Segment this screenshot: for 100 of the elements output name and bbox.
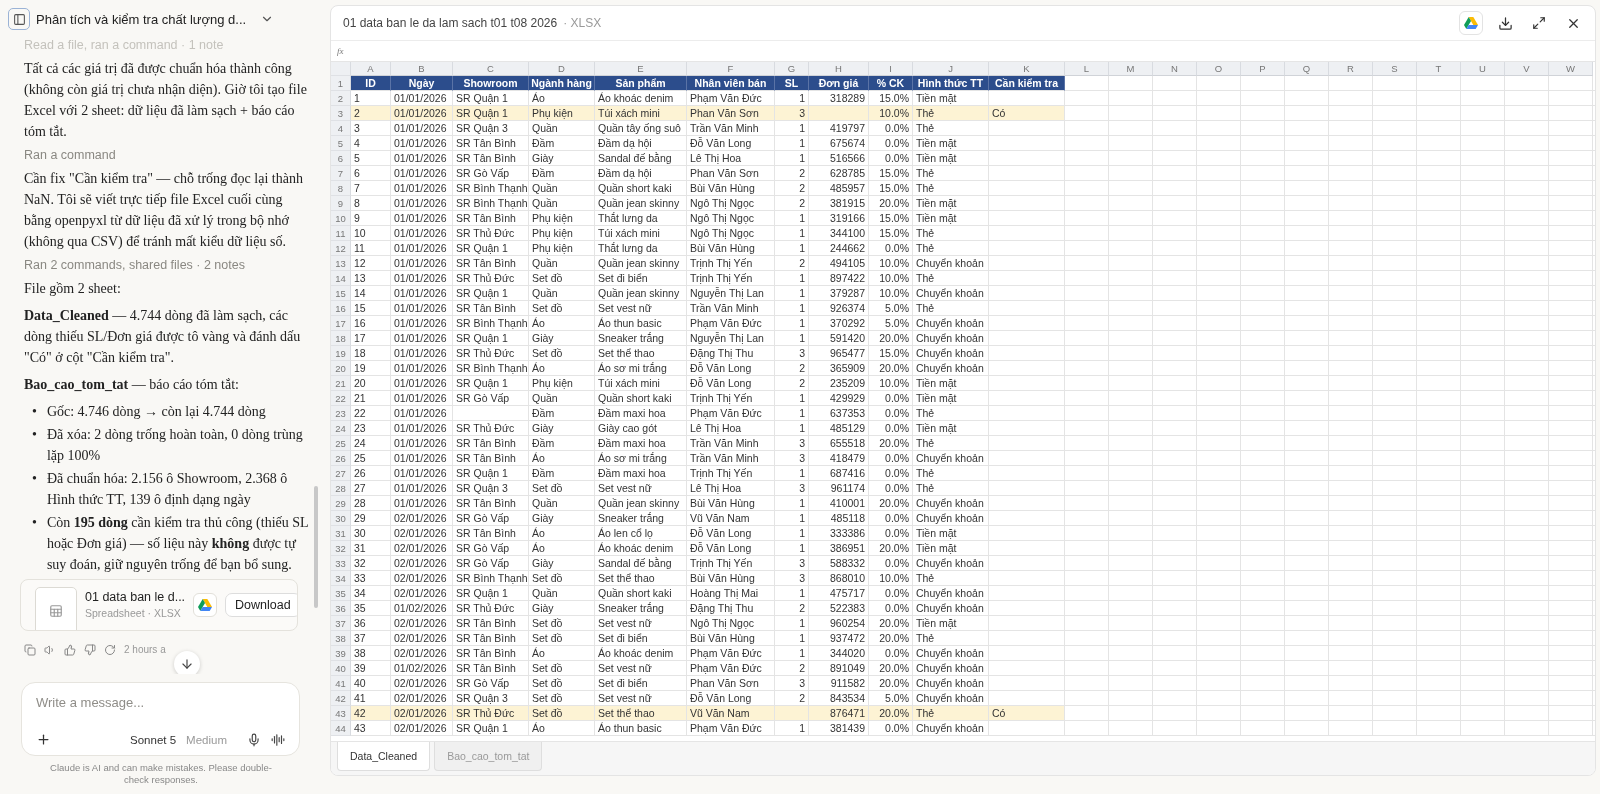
drive-button[interactable] (193, 593, 218, 617)
column-letter[interactable]: H (809, 62, 869, 76)
row-number[interactable]: 33 (331, 556, 351, 571)
file-card[interactable]: 01 data ban le d... Spreadsheet · XLSX Download (20, 579, 298, 631)
row-number[interactable]: 13 (331, 256, 351, 271)
disclaimer: Claude is AI and can make mistakes. Please double-check responses. (49, 761, 273, 787)
row-number[interactable]: 6 (331, 151, 351, 166)
step-summary[interactable]: Ran 2 commands, shared files · 2 notes (24, 258, 310, 273)
row-number[interactable]: 23 (331, 406, 351, 421)
row-number[interactable]: 12 (331, 241, 351, 256)
column-title: Sản phẩm (595, 76, 687, 91)
row-number[interactable]: 44 (331, 721, 351, 736)
sidebar-toggle-icon[interactable] (8, 8, 30, 30)
row-number[interactable]: 14 (331, 271, 351, 286)
row-number[interactable]: 30 (331, 511, 351, 526)
speaker-icon[interactable] (44, 643, 56, 656)
row-number[interactable]: 3 (331, 106, 351, 121)
row-number[interactable]: 36 (331, 601, 351, 616)
row-number[interactable]: 16 (331, 301, 351, 316)
voice-mode-icon[interactable] (271, 732, 285, 747)
table-cell: 2 (799, 602, 805, 614)
row-number[interactable]: 10 (331, 211, 351, 226)
row-number[interactable]: 42 (331, 691, 351, 706)
retry-icon[interactable] (104, 643, 116, 656)
microphone-icon[interactable] (247, 732, 261, 747)
row-number[interactable]: 26 (331, 451, 351, 466)
row-number[interactable]: 28 (331, 481, 351, 496)
column-letter[interactable]: A (351, 62, 391, 76)
column-letter[interactable]: S (1373, 62, 1417, 76)
scrollbar[interactable] (314, 486, 318, 608)
sheet-tab[interactable]: Data_Cleaned (337, 742, 431, 771)
step-summary[interactable]: Ran a command (24, 148, 310, 163)
column-letter[interactable]: U (1461, 62, 1505, 76)
column-letter[interactable]: R (1329, 62, 1373, 76)
scroll-down-button[interactable] (174, 651, 200, 674)
row-number[interactable]: 5 (331, 136, 351, 151)
add-icon[interactable] (36, 732, 51, 747)
column-letter[interactable]: F (687, 62, 775, 76)
row-number[interactable]: 11 (331, 226, 351, 241)
row-number[interactable]: 1 (331, 76, 351, 91)
row-number[interactable]: 25 (331, 436, 351, 451)
row-number[interactable]: 21 (331, 376, 351, 391)
message-input[interactable]: Write a message... (36, 695, 285, 710)
column-letter[interactable]: Q (1285, 62, 1329, 76)
row-number[interactable]: 27 (331, 466, 351, 481)
row-number[interactable]: 7 (331, 166, 351, 181)
table-cell: 41 (354, 692, 366, 704)
row-number[interactable]: 41 (331, 676, 351, 691)
column-letter[interactable]: P (1241, 62, 1285, 76)
row-number[interactable]: 4 (331, 121, 351, 136)
column-letter[interactable]: K (989, 62, 1065, 76)
column-letter[interactable]: T (1417, 62, 1461, 76)
row-number[interactable]: 34 (331, 571, 351, 586)
row-number[interactable]: 24 (331, 421, 351, 436)
row-number[interactable]: 20 (331, 361, 351, 376)
row-number[interactable]: 22 (331, 391, 351, 406)
column-letter[interactable]: I (869, 62, 913, 76)
column-letter[interactable]: E (595, 62, 687, 76)
column-letter[interactable]: G (775, 62, 809, 76)
model-selector[interactable]: Sonnet 5 (130, 733, 177, 746)
column-letter[interactable]: B (391, 62, 453, 76)
row-number[interactable]: 8 (331, 181, 351, 196)
row-number[interactable]: 40 (331, 661, 351, 676)
column-letter[interactable]: D (529, 62, 595, 76)
row-number[interactable]: 9 (331, 196, 351, 211)
row-number[interactable]: 15 (331, 286, 351, 301)
row-number[interactable]: 35 (331, 586, 351, 601)
column-letter[interactable]: V (1505, 62, 1549, 76)
column-letter[interactable]: O (1197, 62, 1241, 76)
drive-button[interactable] (1459, 11, 1483, 35)
row-number[interactable]: 32 (331, 541, 351, 556)
row-number[interactable]: 19 (331, 346, 351, 361)
table-cell: 13 (354, 272, 366, 284)
copy-icon[interactable] (24, 643, 36, 656)
row-number[interactable]: 2 (331, 91, 351, 106)
row-number[interactable]: 43 (331, 706, 351, 721)
table-cell: 10.0% (879, 272, 909, 284)
bullet-item: Đã xóa: 2 dòng trống hoàn toàn, 0 dòng trùng lặp 100% (46, 426, 304, 465)
row-number[interactable]: 37 (331, 616, 351, 631)
column-letter[interactable]: C (453, 62, 529, 76)
sheet-tab[interactable]: Bao_cao_tom_tat (434, 742, 543, 771)
thumbs-up-icon[interactable] (64, 643, 76, 656)
row-number[interactable]: 17 (331, 316, 351, 331)
row-number[interactable]: 29 (331, 496, 351, 511)
column-letter[interactable]: N (1153, 62, 1197, 76)
row-number[interactable]: 18 (331, 331, 351, 346)
column-letter[interactable]: J (913, 62, 989, 76)
message-composer[interactable]: Write a message... Sonnet 5 Medium (21, 682, 300, 756)
row-number[interactable]: 31 (331, 526, 351, 541)
empty-cells-area[interactable] (1065, 76, 1595, 736)
row-number[interactable]: 38 (331, 631, 351, 646)
download-button[interactable]: Download (225, 593, 297, 617)
table-cell: Thẻ (916, 407, 935, 419)
column-letter[interactable]: M (1109, 62, 1153, 76)
column-letter[interactable]: W (1549, 62, 1593, 76)
column-letter[interactable]: L (1065, 62, 1109, 76)
thumbs-down-icon[interactable] (84, 643, 96, 656)
effort-selector[interactable]: Medium (186, 733, 227, 746)
table-cell: 429929 (829, 392, 865, 404)
row-number[interactable]: 39 (331, 646, 351, 661)
